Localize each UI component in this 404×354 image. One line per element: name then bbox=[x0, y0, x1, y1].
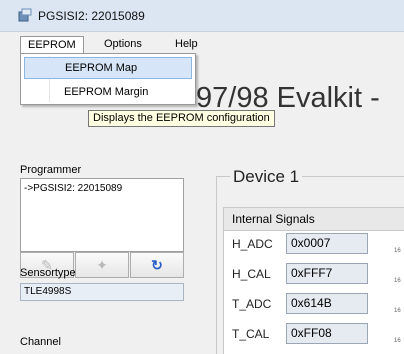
pin-icon: ✦ bbox=[96, 256, 108, 273]
menu-options[interactable]: Options bbox=[97, 36, 149, 54]
window-title: PGSISI2: 22015089 bbox=[38, 9, 145, 23]
signal-row-t-cal: T_CAL 0xFF08 16 bbox=[224, 321, 404, 347]
menu-item-eeprom-margin[interactable]: EEPROM Margin bbox=[24, 81, 192, 103]
left-panel: Programmer ->PGSISI2: 22015089 ✎ ✦ ↻ Sen… bbox=[0, 160, 204, 354]
signal-unit: 16 bbox=[394, 248, 401, 254]
signal-unit: 16 bbox=[394, 308, 401, 314]
menu-eeprom[interactable]: EEPROM bbox=[20, 36, 84, 54]
app-icon bbox=[18, 8, 32, 22]
programmer-list-item[interactable]: ->PGSISI2: 22015089 bbox=[24, 183, 180, 194]
signal-name: H_CAL bbox=[232, 267, 271, 281]
internal-signals-panel: H_ADC 0x0007 16 H_CAL 0xFFF7 16 T_ADC 0x… bbox=[223, 231, 404, 354]
signal-name: H_ADC bbox=[232, 237, 273, 251]
channel-label: Channel bbox=[20, 336, 61, 348]
signal-name: T_ADC bbox=[232, 297, 272, 311]
eeprom-dropdown-menu: EEPROM Map EEPROM Margin bbox=[20, 53, 196, 105]
signal-value[interactable]: 0xFF08 bbox=[286, 323, 368, 344]
signal-unit: 16 bbox=[394, 278, 401, 284]
refresh-button[interactable]: ↻ bbox=[130, 252, 184, 278]
signal-row-h-cal: H_CAL 0xFFF7 16 bbox=[224, 261, 404, 287]
internal-signals-header[interactable]: Internal Signals bbox=[223, 207, 404, 231]
sensortype-label: Sensortype bbox=[20, 267, 76, 279]
title-bar: PGSISI2: 22015089 bbox=[0, 0, 404, 32]
sensortype-field[interactable]: TLE4998S bbox=[20, 283, 184, 301]
refresh-icon: ↻ bbox=[151, 256, 163, 273]
tooltip: Displays the EEPROM configuration bbox=[88, 110, 275, 127]
programmer-label: Programmer bbox=[20, 164, 82, 176]
signal-value[interactable]: 0x614B bbox=[286, 293, 368, 314]
signal-name: T_CAL bbox=[232, 327, 270, 341]
signal-value[interactable]: 0x0007 bbox=[286, 233, 368, 254]
programmer-list[interactable]: ->PGSISI2: 22015089 bbox=[20, 178, 184, 252]
signal-row-t-adc: T_ADC 0x614B 16 bbox=[224, 291, 404, 317]
pin-button[interactable]: ✦ bbox=[75, 252, 129, 278]
menu-item-eeprom-map[interactable]: EEPROM Map bbox=[24, 57, 192, 79]
menu-help[interactable]: Help bbox=[168, 36, 205, 54]
signal-value[interactable]: 0xFFF7 bbox=[286, 263, 368, 284]
device-title: Device 1 bbox=[230, 167, 303, 187]
signal-unit: 16 bbox=[394, 338, 401, 344]
signal-row-h-adc: H_ADC 0x0007 16 bbox=[224, 231, 404, 257]
